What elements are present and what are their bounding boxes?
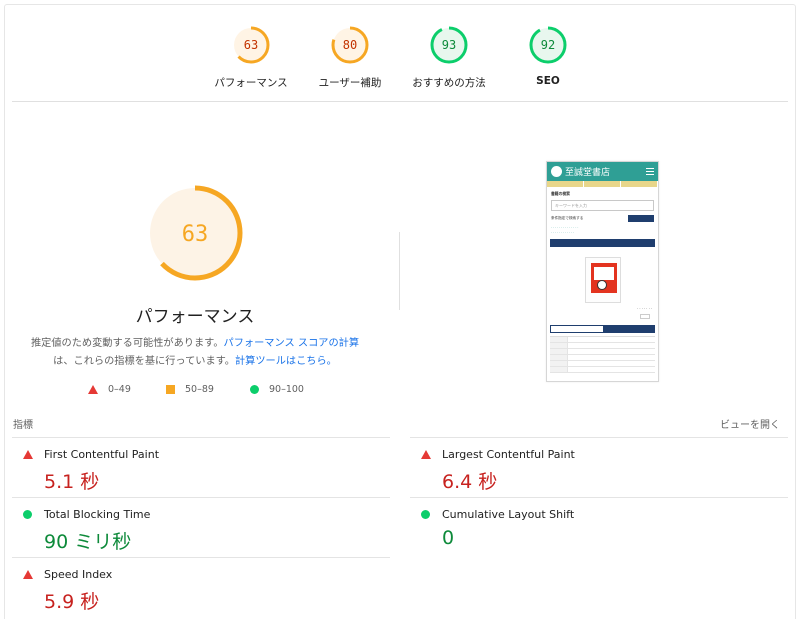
metric-fcp[interactable]: First Contentful Paint 5.1 秒 [12,437,390,497]
gauge-performance[interactable]: 63 パフォーマンス [196,24,306,90]
site-logo-icon [551,166,562,177]
metric-speed-index[interactable]: Speed Index 5.9 秒 [12,557,390,617]
metric-name: Cumulative Layout Shift [442,508,575,521]
calculator-link[interactable]: 計算ツールはこちら。 [235,356,337,367]
screenshot-header: 至誠堂書店 [547,162,658,181]
fail-triangle-icon [23,570,33,579]
gauge-score: 63 [244,38,258,52]
metric-name: Total Blocking Time [44,508,151,521]
screenshot-breadcrumb: · · · · · · · · · · · · · · · · · · · · ·… [551,226,579,235]
gauge-ring: 92 [529,26,567,64]
gauge-label: おすすめの方法 [412,77,486,89]
legend-fail-label: 0–49 [108,384,131,395]
screenshot-tabs [550,325,655,333]
divider [12,101,788,102]
hamburger-menu-icon [646,168,654,175]
performance-score: 63 [182,222,209,247]
legend-pass: 90–100 [250,384,304,395]
page-screenshot: 至誠堂書店 書籍の検索 キーワードを入力 条件指定で検索する · · · · ·… [546,161,659,382]
expand-view-toggle[interactable]: ビューを開く [720,416,780,431]
metric-value: 6.4 秒 [442,471,498,493]
fail-triangle-icon [88,385,98,394]
screenshot-title-bar [550,239,655,247]
gauge-ring: 63 [232,26,270,64]
site-title: 至誠堂書店 [565,168,611,178]
screenshot-table [550,336,655,373]
pass-circle-icon [23,510,32,519]
gauge-label: ユーザー補助 [318,77,382,89]
gauge-label: SEO [536,75,560,87]
advanced-search-label: 条件指定で検索する [551,216,584,220]
legend-average: 50–89 [166,384,214,395]
metric-value: 90 ミリ秒 [44,531,132,553]
search-label: 書籍の検索 [551,191,570,196]
pass-circle-icon [250,385,259,394]
category-gauges: 63 パフォーマンス 80 ユーザー補助 93 おすすめの方法 92 SEO [0,24,800,94]
screenshot-price: · · · · · · · [637,307,652,311]
fail-triangle-icon [23,450,33,459]
search-row: 条件指定で検索する [551,215,654,222]
score-calc-link[interactable]: パフォーマンス スコアの計算 [224,338,359,349]
pass-circle-icon [421,510,430,519]
metric-name: Speed Index [44,568,113,581]
desc-text-2: は、これらの指標を基に行っています。 [53,356,235,367]
gauge-score: 92 [541,38,555,52]
gauge-label: パフォーマンス [214,77,288,89]
gauge-score: 80 [343,38,357,52]
metric-name: Largest Contentful Paint [442,448,575,461]
gauge-seo[interactable]: 92 SEO [493,24,603,87]
metric-value: 0 [442,527,455,549]
search-button-thumb [628,215,654,222]
metric-tbt[interactable]: Total Blocking Time 90 ミリ秒 [12,497,390,557]
metric-value: 5.1 秒 [44,471,100,493]
metric-lcp[interactable]: Largest Contentful Paint 6.4 秒 [410,437,788,497]
metrics-heading: 指標 [13,420,33,431]
metric-value: 5.9 秒 [44,591,100,613]
gauge-score: 93 [442,38,456,52]
average-square-icon [166,385,175,394]
desc-text-1: 推定値のため変動する可能性があります。 [30,338,224,349]
screenshot-qty [547,311,658,319]
search-box: キーワードを入力 [551,200,654,211]
metric-cls[interactable]: Cumulative Layout Shift 0 [410,497,788,557]
performance-gauge: 63 [147,185,243,281]
gauge-best-practices[interactable]: 93 おすすめの方法 [394,24,504,90]
vertical-divider [399,232,400,310]
book-cover-image [584,257,621,303]
legend-pass-label: 90–100 [269,384,304,395]
metric-name: First Contentful Paint [44,448,160,461]
legend-fail: 0–49 [88,384,131,395]
fail-triangle-icon [421,450,431,459]
performance-description: 推定値のため変動する可能性があります。パフォーマンス スコアの計算 は、これらの… [20,335,370,371]
gauge-accessibility[interactable]: 80 ユーザー補助 [295,24,405,90]
gauge-ring: 93 [430,26,468,64]
screenshot-search: 書籍の検索 キーワードを入力 条件指定で検索する [547,187,658,226]
legend-average-label: 50–89 [185,384,214,395]
performance-title: パフォーマンス [135,307,255,327]
screenshot-nav [547,181,658,187]
gauge-ring: 80 [331,26,369,64]
